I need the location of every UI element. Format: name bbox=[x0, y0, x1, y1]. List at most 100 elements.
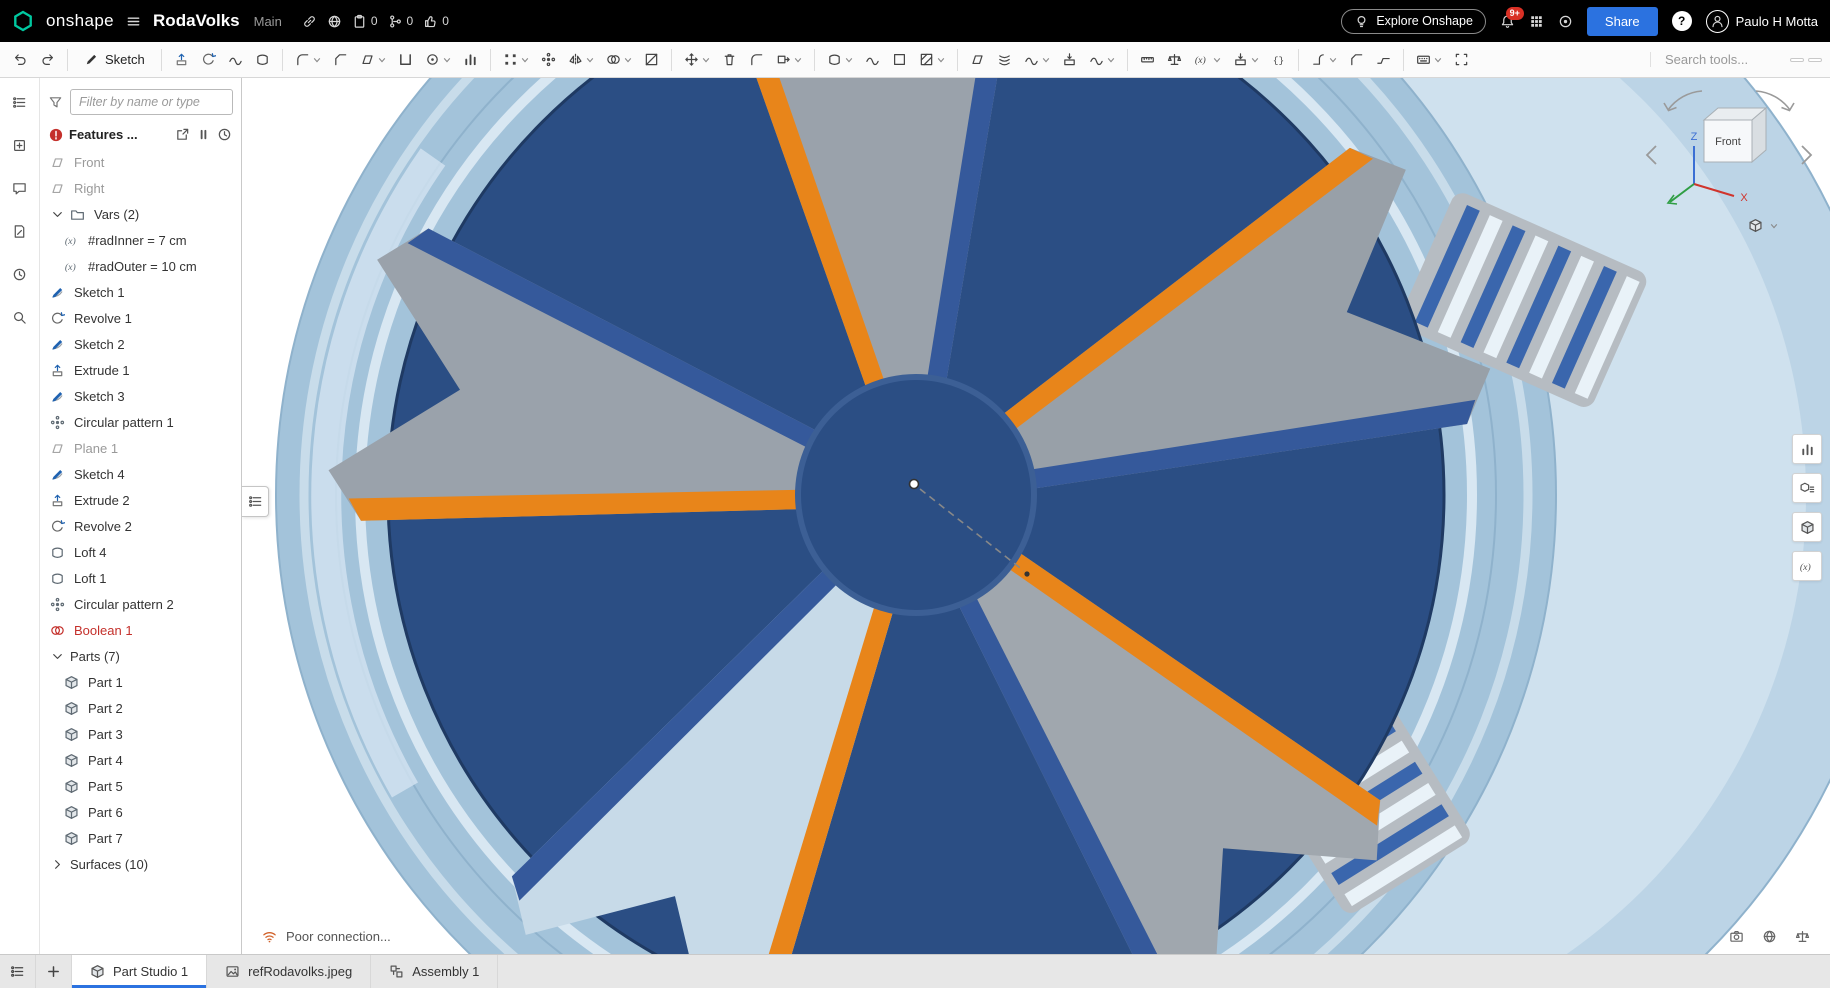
learning-center-icon[interactable] bbox=[1558, 14, 1573, 29]
sketch-button[interactable]: Sketch bbox=[75, 48, 154, 71]
feature-sketch-3[interactable]: Sketch 3 bbox=[44, 383, 241, 409]
feature-revolve-2[interactable]: Revolve 2 bbox=[44, 513, 241, 539]
chevron-down-icon[interactable] bbox=[50, 649, 65, 664]
feature-loft-4[interactable]: Loft 4 bbox=[44, 539, 241, 565]
tab-assembly-1[interactable]: Assembly 1 bbox=[371, 955, 499, 988]
toolbar-composite-curve[interactable] bbox=[1084, 48, 1120, 71]
toolbar-shell[interactable] bbox=[393, 48, 418, 71]
new-tab-button[interactable] bbox=[36, 955, 72, 988]
toolbar-delete-part[interactable] bbox=[717, 48, 742, 71]
toolbar-boolean[interactable] bbox=[601, 48, 637, 71]
panel-history[interactable] bbox=[8, 262, 32, 286]
feature-circular-pattern-1[interactable]: Circular pattern 1 bbox=[44, 409, 241, 435]
toolbar-fill-surface[interactable] bbox=[887, 48, 912, 71]
feature-part-6[interactable]: Part 6 bbox=[44, 799, 241, 825]
toolbar-offset-surface[interactable] bbox=[822, 48, 858, 71]
popout-icon[interactable] bbox=[175, 127, 190, 142]
feature-vars-2-[interactable]: Vars (2) bbox=[44, 201, 241, 227]
panel-handle[interactable] bbox=[242, 486, 269, 517]
doc-action-likes[interactable]: 0 bbox=[423, 14, 449, 29]
panel-comments[interactable] bbox=[8, 176, 32, 200]
feature-part-5[interactable]: Part 5 bbox=[44, 773, 241, 799]
toolbar-helix[interactable] bbox=[992, 48, 1017, 71]
viewport-status-mass-properties[interactable] bbox=[1795, 929, 1810, 944]
toolbar-project-curve[interactable] bbox=[1057, 48, 1082, 71]
panel-insert[interactable] bbox=[8, 133, 32, 157]
search-tools-input[interactable] bbox=[1665, 52, 1783, 67]
view-options-button[interactable] bbox=[1748, 218, 1778, 233]
tab-manager-button[interactable] bbox=[0, 955, 36, 988]
chevron-right-icon[interactable] bbox=[50, 857, 65, 872]
wheel-3d-model[interactable] bbox=[242, 78, 1830, 954]
feature-sketch-1[interactable]: Sketch 1 bbox=[44, 279, 241, 305]
undo-button[interactable] bbox=[8, 48, 33, 71]
panel-notes[interactable] bbox=[8, 219, 32, 243]
feature-plane-1[interactable]: Plane 1 bbox=[44, 435, 241, 461]
toolbar-draft[interactable] bbox=[355, 48, 391, 71]
toolbar-revolve[interactable] bbox=[196, 48, 221, 71]
feature-sketch-4[interactable]: Sketch 4 bbox=[44, 461, 241, 487]
feature--radinner-7-cm[interactable]: (x) #radInner = 7 cm bbox=[44, 227, 241, 253]
toolbar-spline[interactable] bbox=[1019, 48, 1055, 71]
feature-parts-7-[interactable]: Parts (7) bbox=[44, 643, 241, 669]
toolbar-plane[interactable] bbox=[965, 48, 990, 71]
feature-loft-1[interactable]: Loft 1 bbox=[44, 565, 241, 591]
toolbar-modify-fillet[interactable] bbox=[744, 48, 769, 71]
notifications-button[interactable]: 9+ bbox=[1500, 6, 1524, 29]
panel-search-document[interactable] bbox=[8, 305, 32, 329]
toolbar-rib[interactable] bbox=[458, 48, 483, 71]
feature-part-7[interactable]: Part 7 bbox=[44, 825, 241, 851]
toolbar-split[interactable] bbox=[639, 48, 664, 71]
feature-extrude-2[interactable]: Extrude 2 bbox=[44, 487, 241, 513]
feature-extrude-1[interactable]: Extrude 1 bbox=[44, 357, 241, 383]
feature-part-1[interactable]: Part 1 bbox=[44, 669, 241, 695]
feature--radouter-10-cm[interactable]: (x) #radOuter = 10 cm bbox=[44, 253, 241, 279]
feature-revolve-1[interactable]: Revolve 1 bbox=[44, 305, 241, 331]
redo-button[interactable] bbox=[35, 48, 60, 71]
main-menu-icon[interactable] bbox=[126, 14, 141, 29]
toolbar-extrude[interactable] bbox=[169, 48, 194, 71]
doc-action-versions[interactable]: 0 bbox=[388, 14, 413, 29]
toolbar-mass-properties[interactable] bbox=[1162, 48, 1187, 71]
toolbar-fit-view[interactable] bbox=[1449, 48, 1474, 71]
toolbar-loft[interactable] bbox=[250, 48, 275, 71]
viewport-status-snapshot[interactable] bbox=[1729, 929, 1744, 944]
feature-right[interactable]: Right bbox=[44, 175, 241, 201]
chevron-down-icon[interactable] bbox=[50, 207, 65, 222]
filter-icon[interactable] bbox=[48, 95, 63, 110]
feature-filter-input[interactable] bbox=[70, 89, 233, 115]
viewport-tool-display-options[interactable] bbox=[1792, 512, 1822, 542]
toolbar-import-derived[interactable] bbox=[1228, 48, 1264, 71]
feature-front[interactable]: Front bbox=[44, 149, 241, 175]
tab-ref-image[interactable]: refRodavolks.jpeg bbox=[207, 955, 372, 988]
toolbar-tab[interactable] bbox=[1371, 48, 1396, 71]
toolbar-sheet-metal[interactable] bbox=[1306, 48, 1342, 71]
share-button[interactable]: Share bbox=[1586, 6, 1658, 36]
apps-grid-icon[interactable] bbox=[1529, 14, 1544, 29]
toolbar-circular-pattern[interactable] bbox=[536, 48, 561, 71]
toolbar-boundary-surface[interactable] bbox=[860, 48, 885, 71]
onshape-logo-icon[interactable] bbox=[12, 10, 34, 32]
feature-circular-pattern-2[interactable]: Circular pattern 2 bbox=[44, 591, 241, 617]
feature-part-2[interactable]: Part 2 bbox=[44, 695, 241, 721]
tab-part-studio-1[interactable]: Part Studio 1 bbox=[72, 955, 208, 988]
toolbar-move-face[interactable] bbox=[771, 48, 807, 71]
toolbar-mirror[interactable] bbox=[563, 48, 599, 71]
rollback-history-icon[interactable] bbox=[217, 127, 232, 142]
toolbar-measure[interactable] bbox=[1135, 48, 1160, 71]
doc-action-copies[interactable]: 0 bbox=[352, 14, 378, 29]
toolbar-keyboard-shortcuts[interactable] bbox=[1411, 48, 1447, 71]
viewport-tool-performance[interactable] bbox=[1792, 434, 1822, 464]
doc-action-public[interactable] bbox=[327, 14, 342, 29]
toolbar-sweep[interactable] bbox=[223, 48, 248, 71]
toolbar-flange[interactable] bbox=[1344, 48, 1369, 71]
toolbar-linear-pattern[interactable] bbox=[498, 48, 534, 71]
toolbar-hole[interactable] bbox=[420, 48, 456, 71]
explore-onshape-button[interactable]: Explore Onshape bbox=[1341, 8, 1486, 34]
toolbar-transform[interactable] bbox=[679, 48, 715, 71]
viewport-tool-parts-list[interactable] bbox=[1792, 473, 1822, 503]
toolbar-fillet[interactable] bbox=[290, 48, 326, 71]
viewport-status-network[interactable] bbox=[1762, 929, 1777, 944]
toolbar-ruled-surface[interactable] bbox=[914, 48, 950, 71]
doc-action-copy-link[interactable] bbox=[302, 14, 317, 29]
